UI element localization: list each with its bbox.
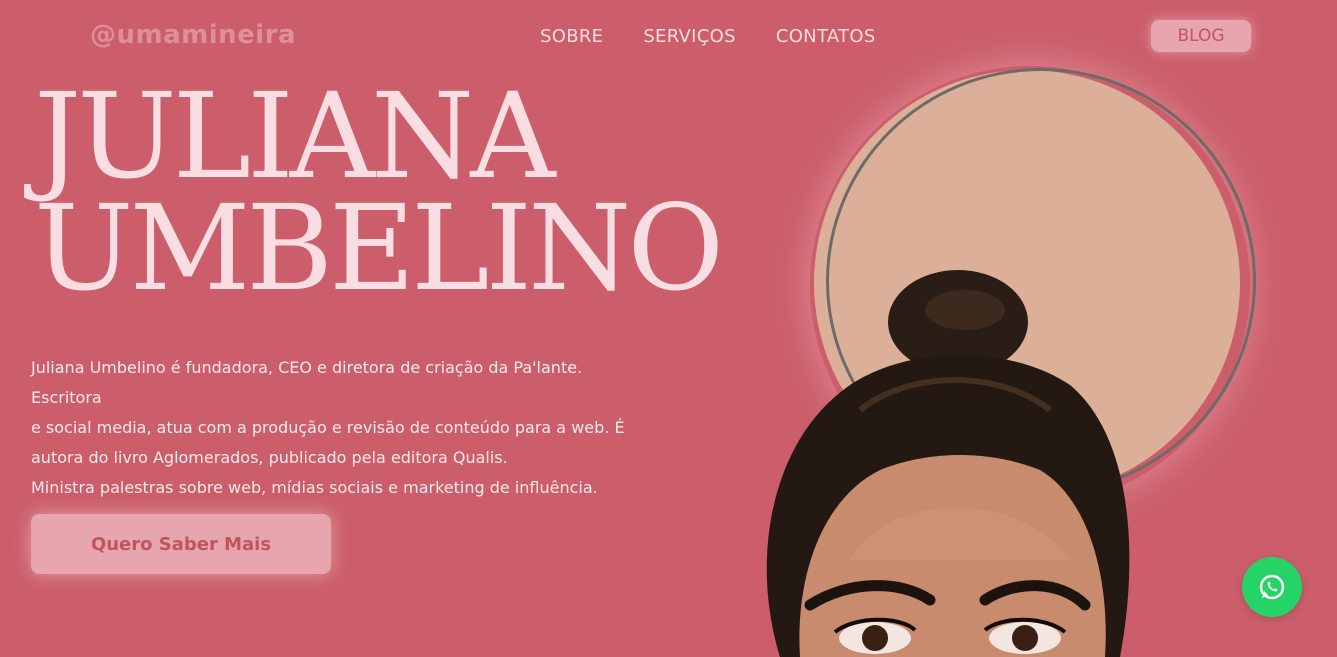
nav-link-sobre[interactable]: SOBRE xyxy=(540,26,603,47)
hero-title: JULIANA UMBELINO xyxy=(34,77,724,307)
bio-line: autora do livro Aglomerados, publicado p… xyxy=(31,448,508,467)
right-iris xyxy=(1012,625,1038,651)
hair-highlight xyxy=(925,290,1005,330)
portrait-photo xyxy=(766,270,1130,657)
bio-line: Ministra palestras sobre web, mídias soc… xyxy=(31,478,598,497)
whatsapp-button[interactable] xyxy=(1242,557,1302,617)
nav-link-contatos[interactable]: CONTATOS xyxy=(776,26,876,47)
blog-button[interactable]: BLOG xyxy=(1151,20,1251,52)
left-iris xyxy=(862,625,888,651)
main-nav: SOBRE SERVIÇOS CONTATOS xyxy=(540,26,876,47)
site-logo[interactable]: @umamineira xyxy=(90,20,296,50)
whatsapp-icon xyxy=(1259,574,1285,600)
bio-line: e social media, atua com a produção e re… xyxy=(31,418,625,437)
cta-button[interactable]: Quero Saber Mais xyxy=(31,514,331,574)
hero-title-line2: UMBELINO xyxy=(34,179,724,317)
bio-line: Juliana Umbelino é fundadora, CEO e dire… xyxy=(31,358,583,407)
page: @umamineira SOBRE SERVIÇOS CONTATOS BLOG… xyxy=(0,0,1337,657)
nav-link-servicos[interactable]: SERVIÇOS xyxy=(643,26,736,47)
hero-bio: Juliana Umbelino é fundadora, CEO e dire… xyxy=(31,353,631,503)
